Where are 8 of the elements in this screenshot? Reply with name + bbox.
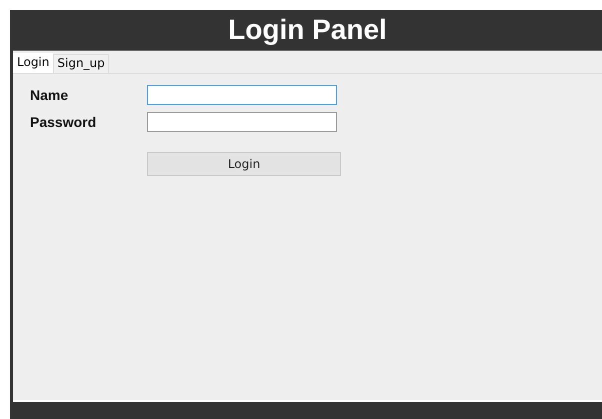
login-button[interactable]: Login [147, 152, 341, 176]
tab[interactable]: Login [13, 53, 54, 73]
field-label: Password [30, 114, 98, 130]
input-field[interactable] [147, 85, 337, 105]
input-field[interactable] [147, 112, 337, 132]
panel-title: Login Panel [228, 14, 387, 46]
field-label: Name [30, 87, 70, 103]
tab[interactable]: Sign_up [53, 54, 109, 73]
